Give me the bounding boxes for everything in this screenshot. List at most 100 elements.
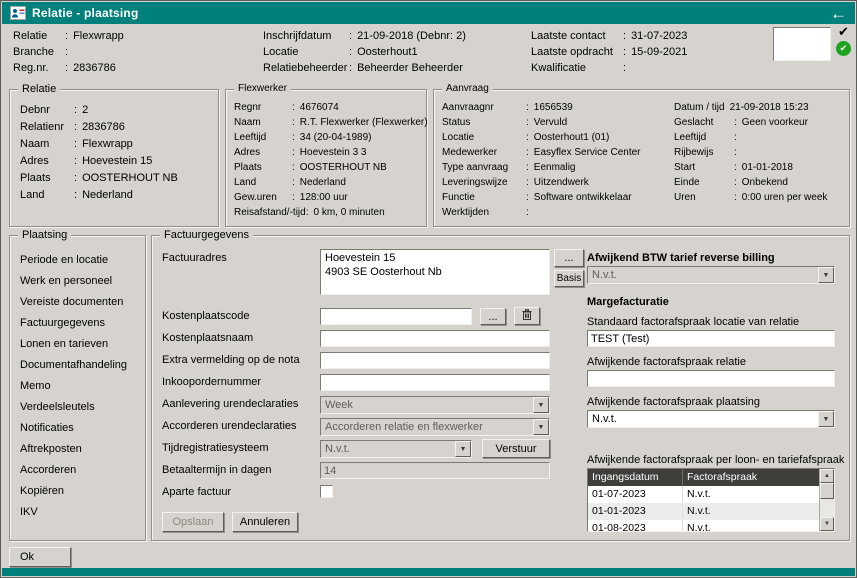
afwijkende-relatie-input[interactable]	[587, 370, 835, 387]
field-label: Leeftijd	[674, 132, 734, 147]
header-label: Inschrijfdatum	[263, 30, 349, 42]
chevron-down-icon: ▼	[533, 419, 549, 435]
field-label: Land	[20, 189, 74, 206]
per-loon-label: Afwijkende factorafspraak per loon- en t…	[587, 454, 844, 466]
aparte-factuur-checkbox[interactable]	[320, 485, 333, 498]
field-label: Gew.uren	[234, 192, 292, 207]
factuuradres-field[interactable]: Hoevestein 15 4903 SE Oosterhout Nb	[320, 249, 550, 295]
header-label: Relatiebeheerder	[263, 62, 349, 74]
kostenplaatsnaam-label: Kostenplaatsnaam	[162, 332, 253, 344]
inkoopordernummer-input[interactable]	[320, 374, 550, 391]
field-value: OOSTERHOUT NB	[82, 172, 178, 189]
field-value: 21-09-2018 15:23	[730, 102, 809, 117]
betaaltermijn-label: Betaaltermijn in dagen	[162, 464, 271, 476]
annuleren-button[interactable]: Annuleren	[232, 512, 298, 532]
extra-vermelding-input[interactable]	[320, 352, 550, 369]
sidebar-item-memo[interactable]: Memo	[10, 376, 145, 397]
sidebar-item-vereiste-documenten[interactable]: Vereiste documenten	[10, 292, 145, 313]
sidebar-item-ikv[interactable]: IKV	[10, 502, 145, 523]
field-value: 0:00 uren per week	[742, 192, 828, 207]
scrollbar-thumb[interactable]	[820, 483, 834, 499]
accorderen-label: Accorderen urendeclaraties	[162, 420, 297, 432]
groupbox-title: Factuurgegevens	[160, 229, 253, 241]
field-label: Rijbewijs	[674, 147, 734, 162]
bottom-strip	[2, 568, 855, 576]
scroll-up-icon[interactable]: ▲	[820, 469, 834, 483]
table-header-row: Ingangsdatum Factorafspraak	[588, 469, 834, 486]
kostenplaatscode-label: Kostenplaatscode	[162, 310, 249, 322]
btw-select: N.v.t.▼	[587, 266, 835, 284]
field-label: Adres	[20, 155, 74, 172]
trash-icon	[522, 311, 532, 323]
kostenplaatscode-browse-button[interactable]: ...	[480, 308, 506, 325]
table-row[interactable]: 01-08-2023 N.v.t.	[588, 520, 834, 532]
field-label: Adres	[234, 147, 292, 162]
header-value: 21-09-2018 (Debnr: 2)	[357, 30, 466, 42]
column-header-factorafspraak[interactable]: Factorafspraak	[683, 469, 834, 486]
field-value: Vervuld	[534, 117, 567, 132]
factuuradres-label: Factuuradres	[162, 252, 227, 264]
sidebar-item-kopieren[interactable]: Kopiëren	[10, 481, 145, 502]
groupbox-title: Plaatsing	[18, 229, 71, 241]
field-value: OOSTERHOUT NB	[300, 162, 387, 177]
header-value: Flexwrapp	[73, 30, 124, 42]
window-title: Relatie - plaatsing	[32, 6, 139, 20]
window-icon	[10, 6, 26, 20]
header-value: 31-07-2023	[631, 30, 687, 42]
table-row[interactable]: 01-01-2023 N.v.t.	[588, 503, 834, 520]
sidebar-item-documentafhandeling[interactable]: Documentafhandeling	[10, 355, 145, 376]
afwijkende-plaatsing-select[interactable]: N.v.t.▼	[587, 410, 835, 428]
field-value: Nederland	[82, 189, 133, 206]
kostenplaatsnaam-input[interactable]	[320, 330, 550, 347]
kostenplaatscode-delete-button[interactable]	[514, 307, 540, 325]
table-row[interactable]: 01-07-2023 N.v.t.	[588, 486, 834, 503]
photo-placeholder	[773, 27, 831, 61]
verstuur-button[interactable]: Verstuur	[482, 439, 550, 458]
tijdregistratie-select: N.v.t.▼	[320, 440, 472, 458]
field-label: Debnr	[20, 104, 74, 121]
factuuradres-browse-button[interactable]: ...	[554, 249, 584, 267]
standaard-factorafspraak-input[interactable]	[587, 330, 835, 347]
field-value: R.T. Flexwerker (Flexwerker)	[300, 117, 428, 132]
header-label: Branche	[13, 46, 65, 58]
ok-button[interactable]: Ok	[9, 547, 71, 567]
header-relatie-block: Relatie:Flexwrapp Branche: Reg.nr.:28367…	[13, 28, 124, 76]
field-value: 4676074	[300, 102, 339, 117]
sidebar-item-lonen-en-tarieven[interactable]: Lonen en tarieven	[10, 334, 145, 355]
table-scrollbar[interactable]: ▲ ▼	[819, 469, 834, 531]
field-value: 2	[82, 104, 88, 121]
field-value: Uitzendwerk	[534, 177, 589, 192]
groupbox-title: Flexwerker	[234, 83, 291, 95]
relatie-plaatsing-window: Relatie - plaatsing ← Relatie:Flexwrapp …	[0, 0, 857, 578]
sidebar-item-werk-en-personeel[interactable]: Werk en personeel	[10, 271, 145, 292]
field-label: Type aanvraag	[442, 162, 526, 177]
header-value: Beheerder Beheerder	[357, 62, 463, 74]
groupbox-title: Relatie	[18, 83, 60, 95]
field-label: Start	[674, 162, 734, 177]
field-value: Easyflex Service Center	[534, 147, 641, 162]
field-label: Relatienr	[20, 121, 74, 138]
field-label: Leveringswijze	[442, 177, 526, 192]
field-label: Uren	[674, 192, 734, 207]
factuuradres-basis-button[interactable]: Basis	[554, 270, 584, 287]
header-inschrijf-block: Inschrijfdatum:21-09-2018 (Debnr: 2) Loc…	[263, 28, 466, 76]
field-value: 2836786	[82, 121, 125, 138]
field-value: Hoevestein 3 3	[300, 147, 367, 162]
field-label: Geslacht	[674, 117, 734, 132]
field-label: Einde	[674, 177, 734, 192]
sidebar-item-notificaties[interactable]: Notificaties	[10, 418, 145, 439]
sidebar-item-periode-en-locatie[interactable]: Periode en locatie	[10, 250, 145, 271]
back-arrow-icon[interactable]: ←	[830, 5, 847, 22]
kostenplaatscode-input[interactable]	[320, 308, 472, 325]
field-label: Datum / tijd	[674, 102, 725, 117]
scroll-down-icon[interactable]: ▼	[820, 517, 834, 531]
sidebar-item-aftrekposten[interactable]: Aftrekposten	[10, 439, 145, 460]
sidebar-item-factuurgegevens[interactable]: Factuurgegevens	[10, 313, 145, 334]
field-label: Regnr	[234, 102, 292, 117]
opslaan-button: Opslaan	[162, 512, 224, 532]
chevron-down-icon: ▼	[455, 441, 471, 457]
sidebar-item-accorderen[interactable]: Accorderen	[10, 460, 145, 481]
column-header-ingangsdatum[interactable]: Ingangsdatum	[588, 469, 683, 486]
field-value: Geen voorkeur	[742, 117, 808, 132]
sidebar-item-verdeelsleutels[interactable]: Verdeelsleutels	[10, 397, 145, 418]
